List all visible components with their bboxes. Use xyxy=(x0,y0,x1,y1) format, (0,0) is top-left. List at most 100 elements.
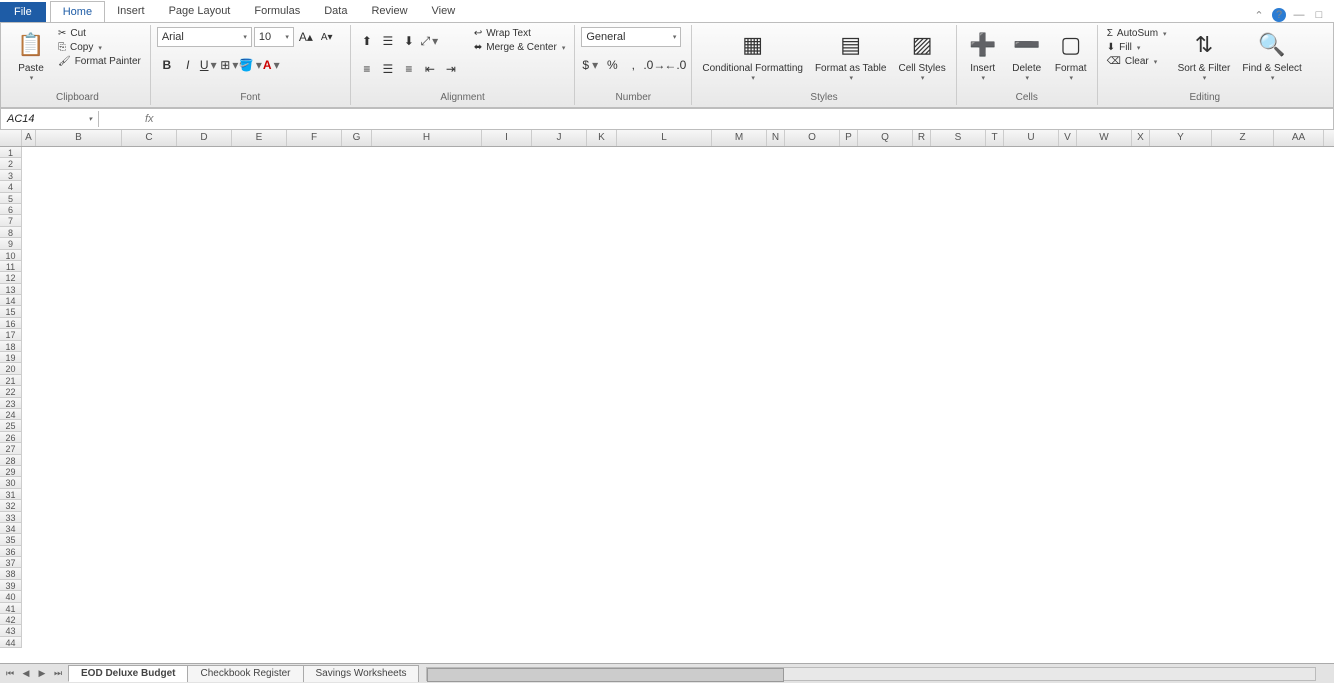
row-header-13[interactable]: 13 xyxy=(0,284,22,295)
row-header-6[interactable]: 6 xyxy=(0,204,22,215)
minimize-ribbon-icon[interactable]: ⌃ xyxy=(1252,8,1266,22)
col-header-G[interactable]: G xyxy=(342,130,372,146)
tab-data[interactable]: Data xyxy=(312,1,359,22)
fx-icon[interactable]: fx xyxy=(139,113,160,125)
row-header-4[interactable]: 4 xyxy=(0,181,22,192)
col-header-V[interactable]: V xyxy=(1059,130,1077,146)
fill-color-button[interactable]: 🪣▾ xyxy=(241,55,261,75)
cut-button[interactable]: ✂Cut xyxy=(55,27,144,40)
shrink-font-icon[interactable]: A▾ xyxy=(318,32,336,43)
currency-icon[interactable]: $▾ xyxy=(581,55,601,75)
align-center-icon[interactable]: ☰ xyxy=(378,59,398,79)
row-header-19[interactable]: 19 xyxy=(0,352,22,363)
formula-input[interactable] xyxy=(160,117,1333,121)
col-header-I[interactable]: I xyxy=(482,130,532,146)
col-header-A[interactable]: A xyxy=(22,130,36,146)
col-header-Z[interactable]: Z xyxy=(1212,130,1274,146)
row-header-34[interactable]: 34 xyxy=(0,523,22,534)
border-button[interactable]: ⊞▾ xyxy=(220,55,240,75)
row-header-17[interactable]: 17 xyxy=(0,329,22,340)
row-header-2[interactable]: 2 xyxy=(0,158,22,169)
row-header-8[interactable]: 8 xyxy=(0,227,22,238)
align-left-icon[interactable]: ≡ xyxy=(357,59,377,79)
row-header-43[interactable]: 43 xyxy=(0,625,22,636)
col-header-E[interactable]: E xyxy=(232,130,287,146)
file-tab[interactable]: File xyxy=(0,2,46,22)
col-header-W[interactable]: W xyxy=(1077,130,1132,146)
row-header-44[interactable]: 44 xyxy=(0,637,22,648)
col-header-AA[interactable]: AA xyxy=(1274,130,1324,146)
tab-page-layout[interactable]: Page Layout xyxy=(157,1,243,22)
minimize-icon[interactable]: — xyxy=(1292,8,1306,22)
col-header-P[interactable]: P xyxy=(840,130,858,146)
row-header-39[interactable]: 39 xyxy=(0,580,22,591)
paste-button[interactable]: 📋 Paste▾ xyxy=(11,27,51,84)
col-header-S[interactable]: S xyxy=(931,130,986,146)
row-header-35[interactable]: 35 xyxy=(0,534,22,545)
find-select-button[interactable]: 🔍Find & Select▾ xyxy=(1238,27,1305,84)
col-header-X[interactable]: X xyxy=(1132,130,1150,146)
col-header-C[interactable]: C xyxy=(122,130,177,146)
row-header-23[interactable]: 23 xyxy=(0,398,22,409)
clear-button[interactable]: ⌫Clear▾ xyxy=(1104,55,1170,68)
row-header-42[interactable]: 42 xyxy=(0,614,22,625)
sheet-tab-savings-worksheets[interactable]: Savings Worksheets xyxy=(303,665,420,682)
comma-icon[interactable]: , xyxy=(623,55,643,75)
col-header-Y[interactable]: Y xyxy=(1150,130,1212,146)
autosum-button[interactable]: ΣAutoSum▾ xyxy=(1104,27,1170,40)
percent-icon[interactable]: % xyxy=(602,55,622,75)
row-header-22[interactable]: 22 xyxy=(0,386,22,397)
bold-button[interactable]: B xyxy=(157,55,177,75)
row-header-11[interactable]: 11 xyxy=(0,261,22,272)
row-header-16[interactable]: 16 xyxy=(0,318,22,329)
format-cells-button[interactable]: ▢Format▾ xyxy=(1051,27,1091,84)
next-sheet-icon[interactable]: ▶ xyxy=(34,668,50,679)
conditional-formatting-button[interactable]: ▦Conditional Formatting▾ xyxy=(698,27,807,84)
col-header-M[interactable]: M xyxy=(712,130,767,146)
align-right-icon[interactable]: ≡ xyxy=(399,59,419,79)
horizontal-scrollbar[interactable] xyxy=(426,667,1316,681)
row-header-30[interactable]: 30 xyxy=(0,477,22,488)
font-color-button[interactable]: A▾ xyxy=(262,55,282,75)
help-icon[interactable]: ? xyxy=(1272,8,1286,22)
worksheet[interactable] xyxy=(22,147,1334,650)
row-header-40[interactable]: 40 xyxy=(0,591,22,602)
col-header-R[interactable]: R xyxy=(913,130,931,146)
cell-styles-button[interactable]: ▨Cell Styles▾ xyxy=(894,27,949,84)
row-header-18[interactable]: 18 xyxy=(0,341,22,352)
wrap-text-button[interactable]: ↩Wrap Text xyxy=(471,27,569,40)
row-header-25[interactable]: 25 xyxy=(0,420,22,431)
merge-center-button[interactable]: ⬌Merge & Center▾ xyxy=(471,41,569,54)
orientation-icon[interactable]: ⤢▾ xyxy=(420,31,440,51)
first-sheet-icon[interactable]: ⏮ xyxy=(2,668,18,679)
tab-formulas[interactable]: Formulas xyxy=(242,1,312,22)
tab-home[interactable]: Home xyxy=(50,1,105,22)
sheet-tab-checkbook-register[interactable]: Checkbook Register xyxy=(187,665,303,682)
font-family-select[interactable]: Arial▾ xyxy=(157,27,252,47)
row-header-29[interactable]: 29 xyxy=(0,466,22,477)
row-header-41[interactable]: 41 xyxy=(0,603,22,614)
number-format-select[interactable]: General▾ xyxy=(581,27,681,47)
indent-increase-icon[interactable]: ⇥ xyxy=(441,59,461,79)
delete-cells-button[interactable]: ➖Delete▾ xyxy=(1007,27,1047,84)
row-header-33[interactable]: 33 xyxy=(0,512,22,523)
underline-button[interactable]: U▾ xyxy=(199,55,219,75)
tab-view[interactable]: View xyxy=(420,1,468,22)
row-header-31[interactable]: 31 xyxy=(0,489,22,500)
align-middle-icon[interactable]: ☰ xyxy=(378,31,398,51)
col-header-H[interactable]: H xyxy=(372,130,482,146)
row-header-10[interactable]: 10 xyxy=(0,250,22,261)
col-header-O[interactable]: O xyxy=(785,130,840,146)
grow-font-icon[interactable]: A▴ xyxy=(296,30,316,44)
tab-review[interactable]: Review xyxy=(359,1,419,22)
row-header-5[interactable]: 5 xyxy=(0,193,22,204)
row-header-20[interactable]: 20 xyxy=(0,363,22,374)
sheet-tab-eod-deluxe-budget[interactable]: EOD Deluxe Budget xyxy=(68,665,188,682)
row-header-27[interactable]: 27 xyxy=(0,443,22,454)
col-header-U[interactable]: U xyxy=(1004,130,1059,146)
decrease-decimal-icon[interactable]: ←.0 xyxy=(665,55,685,75)
col-header-B[interactable]: B xyxy=(36,130,122,146)
fill-button[interactable]: ⬇Fill▾ xyxy=(1104,41,1170,54)
last-sheet-icon[interactable]: ⏭ xyxy=(50,668,66,679)
restore-icon[interactable]: □ xyxy=(1312,8,1326,22)
